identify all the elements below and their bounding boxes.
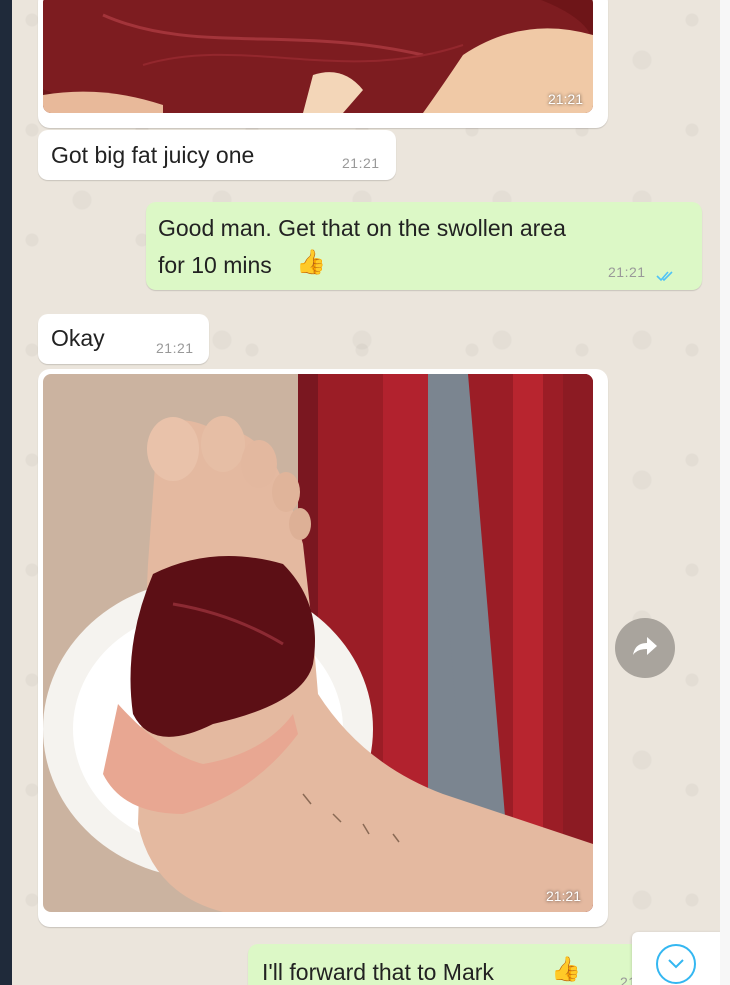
- message-time: 21:21: [342, 155, 380, 171]
- steak-photo[interactable]: 21:21: [43, 0, 593, 113]
- outgoing-message[interactable]: Good man. Get that on the swollen area f…: [146, 202, 702, 290]
- window-left-border: [0, 0, 12, 985]
- forward-arrow-icon: [631, 635, 659, 662]
- outgoing-message[interactable]: I'll forward that to Mark 👍 21: [248, 944, 668, 985]
- message-time: 21:21: [547, 91, 583, 107]
- message-text: Okay: [51, 325, 105, 351]
- message-time: 21:21: [545, 888, 581, 904]
- thumbs-up-emoji-icon: 👍: [296, 249, 326, 276]
- message-time: 21:21: [156, 340, 194, 356]
- message-text: Got big fat juicy one: [51, 142, 255, 168]
- incoming-message[interactable]: Okay 21:21: [38, 314, 209, 364]
- scroll-to-bottom-button[interactable]: [632, 932, 720, 985]
- message-time: 21:21: [608, 264, 646, 280]
- thumbs-up-emoji-icon: 👍: [551, 956, 581, 983]
- photo-message-foot[interactable]: 21:21: [38, 369, 608, 927]
- message-text-line2: for 10 mins: [158, 252, 272, 278]
- window-right-edge: [720, 0, 730, 985]
- message-text-line1: Good man. Get that on the swollen area: [158, 215, 566, 241]
- incoming-message[interactable]: Got big fat juicy one 21:21: [38, 130, 396, 180]
- message-text: I'll forward that to Mark: [262, 959, 494, 985]
- foot-steak-photo[interactable]: 21:21: [43, 374, 593, 912]
- forward-button[interactable]: [615, 618, 675, 678]
- chevron-down-icon: [656, 944, 696, 984]
- double-check-icon: [656, 262, 676, 289]
- photo-message-steak[interactable]: 21:21: [38, 0, 608, 128]
- chat-area[interactable]: 21:21 Got big fat juicy one 21:21 Good m…: [12, 0, 720, 985]
